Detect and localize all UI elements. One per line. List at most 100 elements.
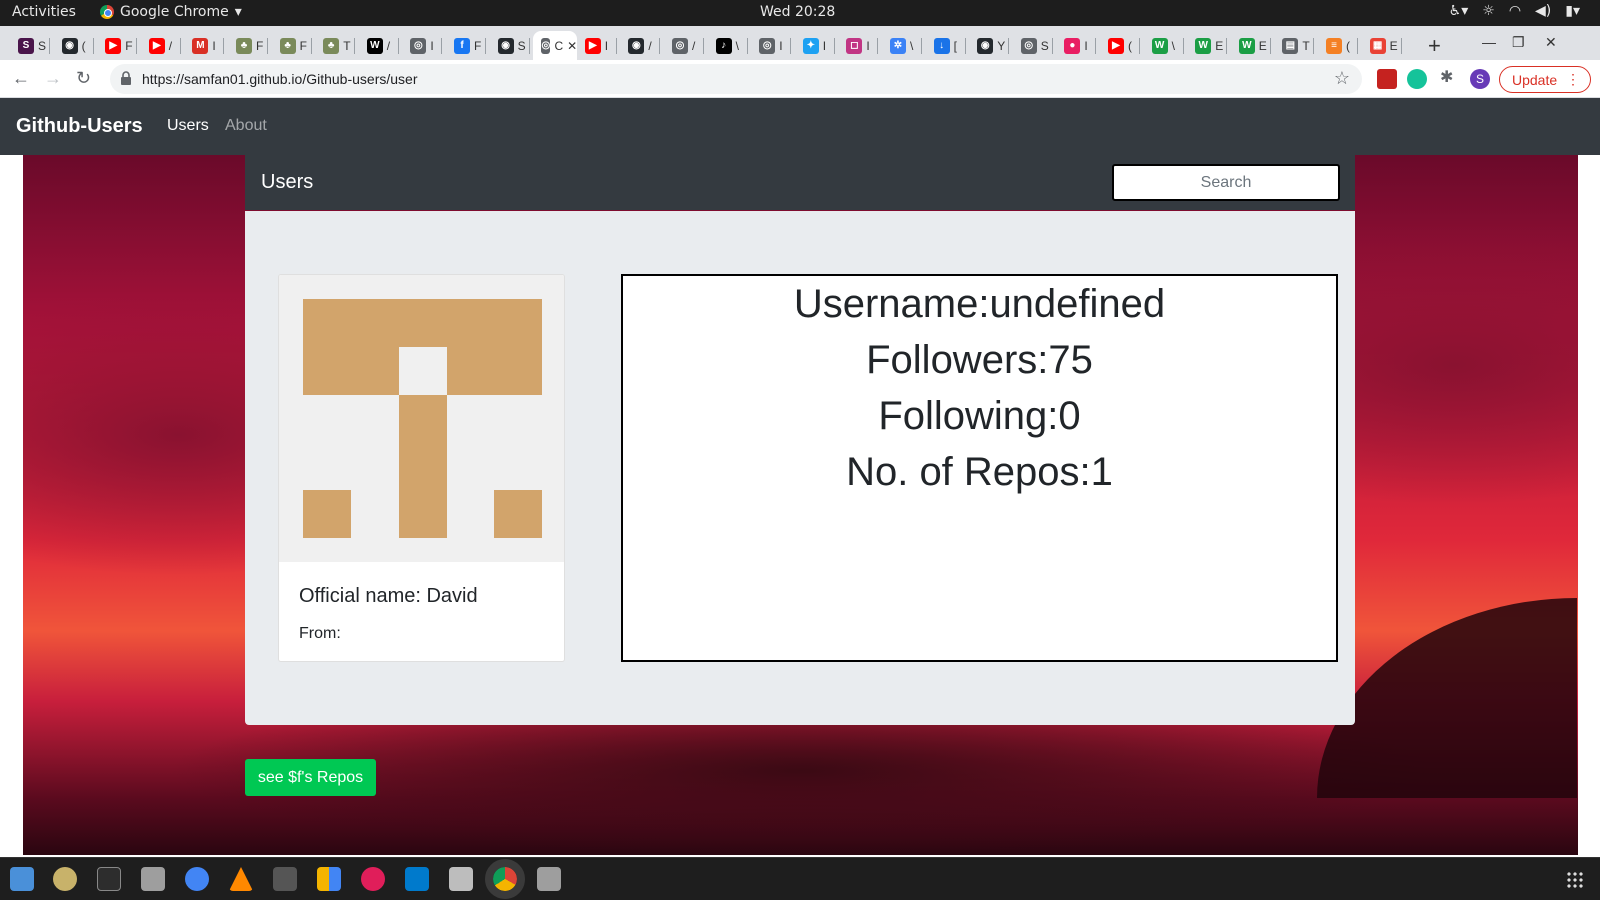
browser-tab[interactable]: W / bbox=[359, 31, 399, 60]
browser-tab[interactable]: ▤ T bbox=[1274, 31, 1315, 60]
back-arrow-icon[interactable]: ← bbox=[12, 68, 30, 89]
globe-icon: ◎ bbox=[410, 37, 427, 54]
battery-icon[interactable]: ▮▾ bbox=[1565, 3, 1580, 19]
avatar bbox=[279, 275, 564, 562]
lock-icon bbox=[121, 71, 131, 85]
browser-tab[interactable]: ♣ T bbox=[315, 31, 356, 60]
accessibility-icon[interactable]: ♿▾ bbox=[1449, 3, 1469, 19]
browser-tab[interactable]: ↓[ bbox=[926, 31, 966, 60]
address-bar[interactable]: https://samfan01.github.io/Github-users/… bbox=[110, 64, 1362, 94]
wattpad-icon: W bbox=[1151, 37, 1168, 54]
show-applications-icon[interactable] bbox=[1566, 871, 1584, 889]
nav-about-link[interactable]: About bbox=[225, 117, 267, 135]
browser-tab[interactable]: ▦ E bbox=[1362, 31, 1402, 60]
bookmark-star-icon[interactable]: ☆ bbox=[1334, 68, 1350, 89]
weather-icon[interactable]: ☼ bbox=[1482, 3, 1495, 19]
browser-tab[interactable]: ✲ \ bbox=[882, 31, 922, 60]
chromium-icon[interactable] bbox=[185, 867, 209, 891]
browser-tab[interactable]: ♣ F bbox=[272, 31, 312, 60]
system-tray[interactable]: ♿▾ ☼ ◠ ◀) ▮▾ bbox=[1449, 3, 1580, 19]
extension-badge-icon[interactable] bbox=[1377, 69, 1397, 89]
app-menu[interactable]: Google Chrome ▾ bbox=[100, 4, 242, 20]
vscode-icon[interactable] bbox=[405, 867, 429, 891]
browser-tab[interactable]: ▶ F bbox=[97, 31, 138, 60]
browser-tab[interactable]: ♣ F bbox=[228, 31, 268, 60]
browser-tab[interactable]: ● I bbox=[1056, 31, 1097, 60]
tab-title: / bbox=[692, 38, 696, 53]
files-icon[interactable] bbox=[10, 867, 34, 891]
browser-tab[interactable]: ◉ S bbox=[490, 31, 530, 60]
browser-tab[interactable]: W \ bbox=[1144, 31, 1184, 60]
see-repos-button[interactable]: see $f's Repos bbox=[245, 759, 376, 796]
tab-title: F bbox=[256, 38, 264, 53]
nav-users-link[interactable]: Users bbox=[167, 117, 209, 135]
app-name: Google Chrome bbox=[120, 4, 229, 20]
update-button[interactable]: Update ⋮ bbox=[1499, 66, 1591, 93]
browser-tab[interactable]: ◉ Y bbox=[969, 31, 1010, 60]
tab-title: I bbox=[604, 38, 609, 53]
scanner-icon[interactable] bbox=[537, 867, 561, 891]
browser-tab[interactable]: ▶ I bbox=[577, 31, 617, 60]
slack-icon[interactable] bbox=[361, 867, 385, 891]
official-name: Official name: David bbox=[299, 585, 478, 607]
close-tab-icon[interactable]: ✕ bbox=[567, 39, 577, 53]
file-manager-icon[interactable] bbox=[141, 867, 165, 891]
tab-title: I bbox=[430, 38, 434, 53]
username-text: Username:undefined bbox=[793, 282, 1166, 326]
browser-tab[interactable]: WE bbox=[1231, 31, 1271, 60]
chrome-icon[interactable] bbox=[485, 859, 525, 899]
restore-icon[interactable]: ❐ bbox=[1512, 34, 1525, 51]
tab-active[interactable]: ◎ C ✕ bbox=[533, 31, 578, 60]
browser-tab[interactable]: ▶ / bbox=[141, 31, 181, 60]
palm-icon: ♣ bbox=[323, 37, 340, 54]
new-tab-button[interactable]: + bbox=[1428, 33, 1441, 59]
rhythmbox-icon[interactable] bbox=[53, 867, 77, 891]
activities-button[interactable]: Activities bbox=[12, 4, 76, 20]
volume-icon[interactable]: ◀) bbox=[1535, 3, 1551, 19]
browser-tab[interactable]: ♪ \ bbox=[708, 31, 748, 60]
minimize-icon[interactable]: — bbox=[1482, 34, 1496, 50]
site-navbar: Github-Users Users About bbox=[0, 98, 1600, 155]
close-window-icon[interactable]: ✕ bbox=[1545, 34, 1557, 51]
browser-tab[interactable]: MI bbox=[184, 31, 225, 60]
twitter-icon: ✦ bbox=[802, 37, 819, 54]
grammarly-icon[interactable] bbox=[1407, 69, 1427, 89]
browser-tab[interactable]: ◎ I bbox=[402, 31, 443, 60]
browser-tab[interactable]: ◉ / bbox=[620, 31, 661, 60]
browser-tab[interactable]: ◎ / bbox=[664, 31, 704, 60]
browser-tab[interactable]: ◻ I bbox=[838, 31, 879, 60]
site-brand[interactable]: Github-Users bbox=[16, 115, 143, 138]
pink-circle-icon: ● bbox=[1064, 37, 1081, 54]
forward-arrow-icon[interactable]: → bbox=[44, 68, 62, 89]
apps-grid-icon[interactable] bbox=[317, 867, 341, 891]
profile-card: Official name: David From: bbox=[278, 274, 565, 662]
tab-title: / bbox=[168, 38, 173, 53]
browser-tab[interactable]: SS bbox=[10, 31, 50, 60]
kebab-menu-icon[interactable]: ⋮ bbox=[1566, 71, 1580, 88]
browser-tab[interactable]: WE bbox=[1187, 31, 1228, 60]
browser-tab[interactable]: ◉( bbox=[54, 31, 94, 60]
terminal-icon[interactable] bbox=[97, 867, 121, 891]
browser-tab[interactable]: ◎ S bbox=[1013, 31, 1053, 60]
search-input[interactable] bbox=[1112, 164, 1340, 201]
browser-tab[interactable]: ◎ I bbox=[751, 31, 792, 60]
browser-tab[interactable]: ≡( bbox=[1318, 31, 1358, 60]
browser-tab[interactable]: ▶( bbox=[1100, 31, 1140, 60]
tab-strip: S S ◉(▶ F ▶ / M I ♣ F ♣ F ♣ T W / ◎ If F ◉ S ◎ C ✕ ▶ I ◉ / ◎ / ♪ \ ◎ I ✦ I ◻… bbox=[0, 26, 1600, 60]
reload-icon[interactable]: ↻ bbox=[76, 68, 91, 89]
page-viewport: Github-Users Users About Users Official … bbox=[0, 98, 1600, 857]
taskbar-dock bbox=[0, 857, 1600, 900]
wifi-icon[interactable]: ◠ bbox=[1509, 3, 1521, 19]
video-editor-icon[interactable] bbox=[273, 867, 297, 891]
clock[interactable]: Wed 20:28 bbox=[760, 4, 835, 20]
browser-tab[interactable]: ✦ I bbox=[795, 31, 835, 60]
youtube-icon: ▶ bbox=[584, 37, 601, 54]
browser-tab[interactable]: fF bbox=[446, 31, 486, 60]
vlc-icon[interactable] bbox=[229, 867, 253, 891]
wix-icon: W bbox=[366, 37, 383, 54]
tab-title: I bbox=[1084, 38, 1088, 53]
image-viewer-icon[interactable] bbox=[449, 867, 473, 891]
puzzle-extensions-icon[interactable]: ✱ bbox=[1440, 67, 1460, 87]
os-top-bar: Activities Google Chrome ▾ Wed 20:28 ♿▾ … bbox=[0, 0, 1600, 26]
profile-avatar[interactable]: S bbox=[1470, 69, 1490, 89]
